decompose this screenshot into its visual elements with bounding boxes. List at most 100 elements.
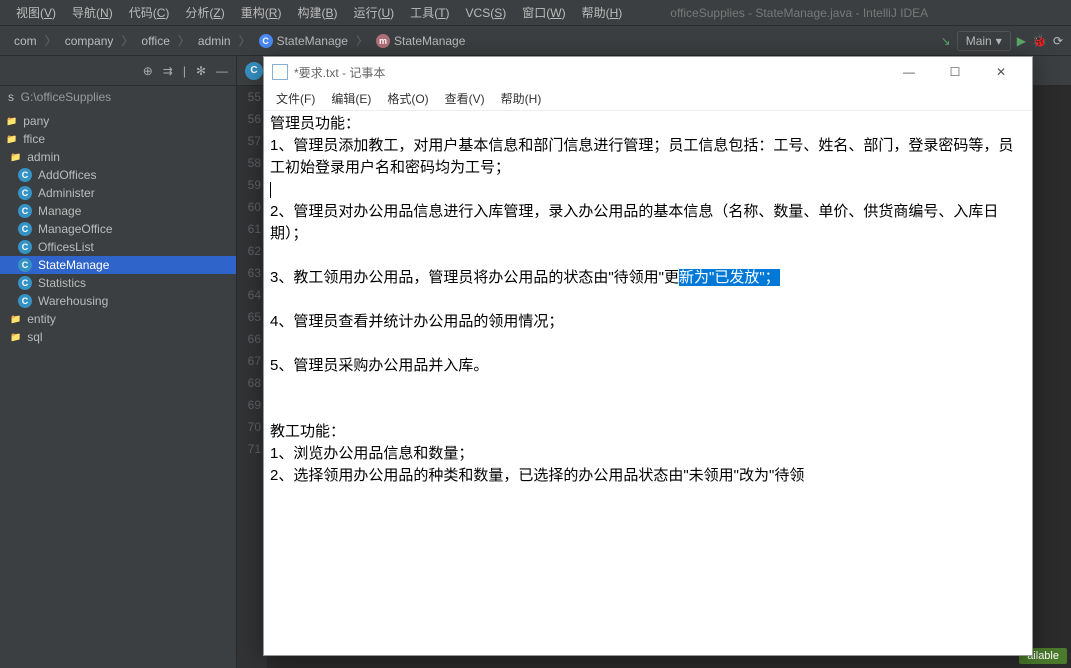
line-number: 66 (237, 328, 261, 350)
menu-build[interactable]: 构建(B) (289, 1, 345, 24)
notepad-window[interactable]: *要求.txt - 记事本 — ☐ ✕ 文件(F) 编辑(E) 格式(O) 查看… (263, 56, 1033, 656)
np-menu-view[interactable]: 查看(V) (437, 88, 493, 109)
menu-run[interactable]: 运行(U) (345, 1, 402, 24)
tree-item-statemanage[interactable]: CStateManage (0, 256, 236, 274)
tree-item-addoffices[interactable]: CAddOffices (0, 166, 236, 184)
tree-item-label: OfficesList (38, 240, 94, 254)
tree-item-label: Statistics (38, 276, 86, 290)
more-icon[interactable]: ⟳ (1053, 34, 1063, 48)
menu-navigate[interactable]: 导航(N) (64, 1, 121, 24)
notepad-titlebar[interactable]: *要求.txt - 记事本 — ☐ ✕ (264, 57, 1032, 87)
line-number: 55 (237, 86, 261, 108)
line-number: 70 (237, 416, 261, 438)
divider: | (183, 64, 186, 78)
tree-item-statistics[interactable]: C Statistics (0, 274, 236, 292)
folder-icon: 📁 (10, 314, 21, 325)
menu-tools[interactable]: 工具(T) (402, 1, 457, 24)
selected-text: 新为"已发放"； (679, 269, 780, 286)
text-line (270, 179, 1026, 201)
line-number: 63 (237, 262, 261, 284)
window-title: officeSupplies - StateManage.java - Inte… (670, 6, 928, 20)
scroll-from-source-icon[interactable]: ⊕ (143, 64, 153, 78)
line-number: 57 (237, 130, 261, 152)
crumb-class-statemanage[interactable]: CStateManage (253, 32, 354, 50)
crumb-com[interactable]: com (8, 32, 43, 50)
tree-item-label: Manage (38, 204, 81, 218)
np-menu-help[interactable]: 帮助(H) (493, 88, 550, 109)
crumb-admin[interactable]: admin (192, 32, 237, 50)
crumb-method-statemanage[interactable]: mStateManage (370, 32, 471, 50)
minimize-button[interactable]: — (886, 57, 932, 87)
debug-icon[interactable]: 🐞 (1032, 34, 1047, 48)
line-number: 62 (237, 240, 261, 262)
tree-item-manageoffice[interactable]: C ManageOffice (0, 220, 236, 238)
tree-item-warehousing[interactable]: CWarehousing (0, 292, 236, 310)
tree-item-entity[interactable]: 📁entity (0, 310, 236, 328)
build-icon[interactable]: ↘ (941, 34, 951, 48)
text-line: 2、管理员对办公用品信息进行入库管理，录入办公用品的基本信息（名称、数量、单价、… (270, 201, 1026, 245)
line-number: 58 (237, 152, 261, 174)
class-icon: C (18, 168, 32, 182)
np-menu-format[interactable]: 格式(O) (379, 88, 436, 109)
class-icon: C (18, 222, 32, 236)
crumb-office[interactable]: office (135, 32, 175, 50)
text-line: 管理员功能： (270, 113, 1026, 135)
project-root-path[interactable]: s G:\officeSupplies (0, 86, 236, 108)
line-number: 69 (237, 394, 261, 416)
menu-analyze[interactable]: 分析(Z) (177, 1, 232, 24)
chevron-down-icon: ▾ (996, 34, 1002, 48)
menu-window[interactable]: 窗口(W) (514, 1, 573, 24)
close-button[interactable]: ✕ (978, 57, 1024, 87)
crumb-company[interactable]: company (59, 32, 120, 50)
hide-panel-icon[interactable]: — (216, 64, 228, 78)
tree-item-label: StateManage (38, 258, 109, 272)
notepad-menubar: 文件(F) 编辑(E) 格式(O) 查看(V) 帮助(H) (264, 87, 1032, 111)
tree-item-ffice[interactable]: 📁ffice (0, 130, 236, 148)
class-icon: C (18, 240, 32, 254)
tree-item-label: Administer (38, 186, 95, 200)
text-line: 3、教工领用办公用品，管理员将办公用品的状态由"待领用"更新为"已发放"； (270, 267, 1026, 289)
text-line: 5、管理员采购办公用品并入库。 (270, 355, 1026, 377)
settings-gear-icon[interactable]: ✻ (196, 64, 206, 78)
run-icon[interactable]: ▶ (1017, 34, 1026, 48)
project-toolbar: ⊕ ⇉ | ✻ — (0, 56, 236, 86)
class-icon: C (259, 34, 273, 48)
notepad-title-text: *要求.txt - 记事本 (294, 64, 385, 81)
np-menu-edit[interactable]: 编辑(E) (323, 88, 379, 109)
text-line: 1、浏览办公用品信息和数量； (270, 443, 1026, 465)
text-line (270, 399, 1026, 421)
line-number: 64 (237, 284, 261, 306)
tree-item-label: sql (27, 330, 42, 344)
expand-all-icon[interactable]: ⇉ (163, 64, 173, 78)
menu-help[interactable]: 帮助(H) (574, 1, 631, 24)
text-cursor (270, 182, 271, 198)
class-icon: C (18, 276, 32, 290)
menu-refactor[interactable]: 重构(R) (233, 1, 290, 24)
tree-item-label: ManageOffice (38, 222, 113, 236)
menu-code[interactable]: 代码(C) (121, 1, 178, 24)
class-icon: C (18, 186, 32, 200)
tree-item-administer[interactable]: C Administer (0, 184, 236, 202)
class-icon: C (18, 294, 32, 308)
tree-item-pany[interactable]: 📁pany (0, 112, 236, 130)
navigation-bar: com〉 company〉 office〉 admin〉 CStateManag… (0, 26, 1071, 56)
project-panel: ⊕ ⇉ | ✻ — s G:\officeSupplies 📁pany📁ffic… (0, 56, 237, 668)
line-number: 67 (237, 350, 261, 372)
tree-item-sql[interactable]: 📁sql (0, 328, 236, 346)
text-line (270, 333, 1026, 355)
folder-icon: 📁 (6, 116, 17, 127)
text-line (270, 289, 1026, 311)
tree-item-officeslist[interactable]: C OfficesList (0, 238, 236, 256)
run-config-dropdown[interactable]: Main ▾ (957, 31, 1011, 51)
tree-item-admin[interactable]: 📁admin (0, 148, 236, 166)
notepad-app-icon (272, 64, 288, 80)
editor-tab-class-icon[interactable]: C (245, 62, 263, 80)
maximize-button[interactable]: ☐ (932, 57, 978, 87)
tree-item-manage[interactable]: CManage (0, 202, 236, 220)
menu-view[interactable]: 视图(V) (8, 1, 64, 24)
notepad-text-area[interactable]: 管理员功能：1、管理员添加教工，对用户基本信息和部门信息进行管理；员工信息包括：… (264, 111, 1032, 655)
menu-vcs[interactable]: VCS(S) (458, 3, 515, 23)
line-number: 71 (237, 438, 261, 460)
text-line: 1、管理员添加教工，对用户基本信息和部门信息进行管理；员工信息包括：工号、姓名、… (270, 135, 1026, 179)
np-menu-file[interactable]: 文件(F) (268, 88, 323, 109)
